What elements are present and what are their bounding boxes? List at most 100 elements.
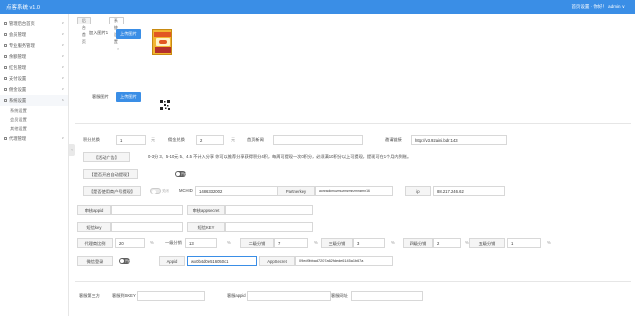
percent-label: %	[150, 240, 154, 245]
poster-image	[152, 29, 172, 55]
chevron-down-icon: ∨	[61, 76, 64, 80]
agent-ratio-label: 代理商比例	[77, 238, 113, 248]
sidebar-item-system[interactable]: 系统设置 ∧	[0, 95, 68, 106]
points-exchange-input[interactable]: 1	[116, 135, 146, 145]
appid-label: Appid	[159, 256, 185, 266]
level3-label: 三级分销	[321, 238, 353, 248]
coin-icon	[4, 88, 7, 92]
cs-appid-input[interactable]	[247, 291, 331, 301]
upload-logo-button[interactable]: 上传图片	[116, 92, 141, 102]
ip-input[interactable]: 88.217.246.62	[433, 186, 505, 196]
gift-icon	[4, 66, 7, 70]
cs-url-input[interactable]	[351, 291, 423, 301]
toggle-state-text: 关闭	[162, 189, 169, 193]
sidebar-subitem-other-settings[interactable]: 其他设置	[0, 124, 68, 133]
commission-exchange-label: 佣金兑换	[168, 137, 185, 142]
agent-ratio-input[interactable]: 20	[115, 238, 145, 248]
partnerkey-label: Partnerkey	[277, 186, 315, 196]
cs-appid-label: 客服appid	[227, 293, 246, 298]
appsecret-label: AppSecret	[259, 256, 295, 266]
activity-ad-text: 0-3分 3、5-10元 5、4.5 不计入分享 你可以推荐分享获得积分4积，每…	[148, 154, 412, 159]
level4-input[interactable]: 2	[433, 238, 461, 248]
poster-label: 加入图片1	[89, 30, 109, 35]
cs-skey-input[interactable]	[137, 291, 205, 301]
review-appid-label: 审核appid	[77, 205, 111, 215]
level3-input[interactable]: 3	[353, 238, 385, 248]
chevron-down-icon: ∨	[61, 32, 64, 36]
wallet-icon	[4, 55, 7, 59]
review-appid-input[interactable]	[111, 205, 183, 215]
mchid-label: MCHID	[179, 188, 193, 193]
toggle-state-text: 开启	[125, 259, 132, 263]
merchant-withdraw-label: 【是否使用商户号提现】	[83, 186, 141, 196]
sms-key-label: 短信key	[77, 222, 111, 232]
sidebar-subitem-member-settings[interactable]: 会员设置	[0, 115, 68, 124]
cs-skey-label: 客服到SKEY	[112, 293, 136, 298]
tab-system-settings[interactable]: 系统设置×	[109, 17, 125, 51]
chevron-down-icon: ∨	[61, 87, 64, 91]
brand-title: 点客系统 v1.0	[6, 5, 40, 11]
sms-key2-label: 短信KEY	[187, 222, 225, 232]
sidebar-item-members[interactable]: 会员管理 ∨	[0, 29, 68, 40]
sidebar: 管理后台首页 ∨ 会员管理 ∨ 专业服务管理 ∨ 余额管理 ∨ 红包管理 ∨ 支付设置 ∨ …	[0, 14, 69, 316]
partnerkey-input[interactable]: aonraokmuzmuzmzmnzmnzmn16	[315, 186, 393, 196]
appid-input[interactable]: wx0b4d0e516050c1	[187, 256, 257, 266]
unit-label: 元	[231, 137, 236, 142]
service-icon	[4, 44, 7, 48]
review-appsecret-label: 审核appsecret	[187, 205, 225, 215]
sidebar-item-balance[interactable]: 余额管理 ∨	[0, 51, 68, 62]
section-divider	[75, 123, 631, 124]
chevron-down-icon: ∨	[61, 43, 64, 47]
points-exchange-label: 积分兑换	[83, 137, 100, 142]
chevron-down-icon: ∨	[61, 21, 64, 25]
level2-input[interactable]: 7	[274, 238, 308, 248]
home-news-label: 首页新闻	[247, 137, 264, 142]
level1-label: 一级分销	[165, 240, 182, 245]
unit-label: 元	[151, 137, 156, 142]
mchid-input[interactable]: 1486332002	[195, 186, 283, 196]
sidebar-item-commission[interactable]: 佣金设置 ∨	[0, 84, 68, 95]
sidebar-item-agent[interactable]: 代理管理 ∨	[0, 133, 68, 144]
level5-label: 五级分销	[469, 238, 505, 248]
ip-label: ip	[405, 186, 431, 196]
sms-key-input[interactable]	[111, 222, 183, 232]
cs-third-party-label: 客服第三方	[79, 293, 100, 298]
chevron-down-icon: ∨	[61, 65, 64, 69]
section-divider	[75, 281, 631, 282]
card-icon	[4, 77, 7, 81]
menu-icon	[4, 22, 7, 26]
top-bar: 点客系统 v1.0 首页设置 · 你好！ admin ∨	[0, 0, 635, 14]
home-news-input[interactable]	[273, 135, 363, 145]
invite-link-input[interactable]: http://v3.92aini.bdr:143	[411, 135, 507, 145]
level5-input[interactable]: 1	[507, 238, 541, 248]
auto-withdraw-label: 【是否开启自动提现】	[83, 169, 138, 179]
percent-label: %	[391, 240, 395, 245]
chevron-up-icon: ∧	[61, 98, 64, 102]
percent-label: %	[547, 240, 551, 245]
user-menu[interactable]: 首页设置 · 你好！ admin ∨	[571, 4, 625, 10]
level4-label: 四级分销	[403, 238, 433, 248]
wechat-login-label: 微信登录	[77, 256, 113, 266]
sidebar-subitem-system[interactable]: 系统设置	[0, 106, 68, 115]
review-appsecret-input[interactable]	[225, 205, 313, 215]
sidebar-item-redpacket[interactable]: 红包管理 ∨	[0, 62, 68, 73]
settings-form: 加入图片1 上传图片 客服图片 上传图片 积分兑换 1 元 佣金兑换 2 元 首…	[75, 25, 631, 316]
gear-icon	[4, 99, 7, 103]
upload-poster-button[interactable]: 上传图片	[116, 29, 141, 39]
level2-label: 二级分销	[240, 238, 274, 248]
merchant-withdraw-toggle[interactable]	[150, 188, 161, 194]
commission-exchange-input[interactable]: 2	[196, 135, 224, 145]
logo-label: 客服图片	[92, 94, 109, 99]
sidebar-item-payment[interactable]: 支付设置 ∨	[0, 73, 68, 84]
toggle-state-text: 开启	[181, 172, 188, 176]
percent-label: %	[314, 240, 318, 245]
sms-key2-input[interactable]	[225, 222, 313, 232]
appsecret-input[interactable]: 09ed9bbad7207a62fdede6145a1b67a	[295, 256, 393, 266]
percent-label: %	[227, 240, 231, 245]
activity-ad-label: 【活动广告】	[83, 152, 130, 162]
invite-link-label: 邀请链接	[385, 137, 402, 142]
tab-home[interactable]: 后台首页	[77, 17, 91, 44]
sidebar-item-home[interactable]: 管理后台首页 ∨	[0, 18, 68, 29]
level1-input[interactable]: 13	[185, 238, 217, 248]
sidebar-item-services[interactable]: 专业服务管理 ∨	[0, 40, 68, 51]
